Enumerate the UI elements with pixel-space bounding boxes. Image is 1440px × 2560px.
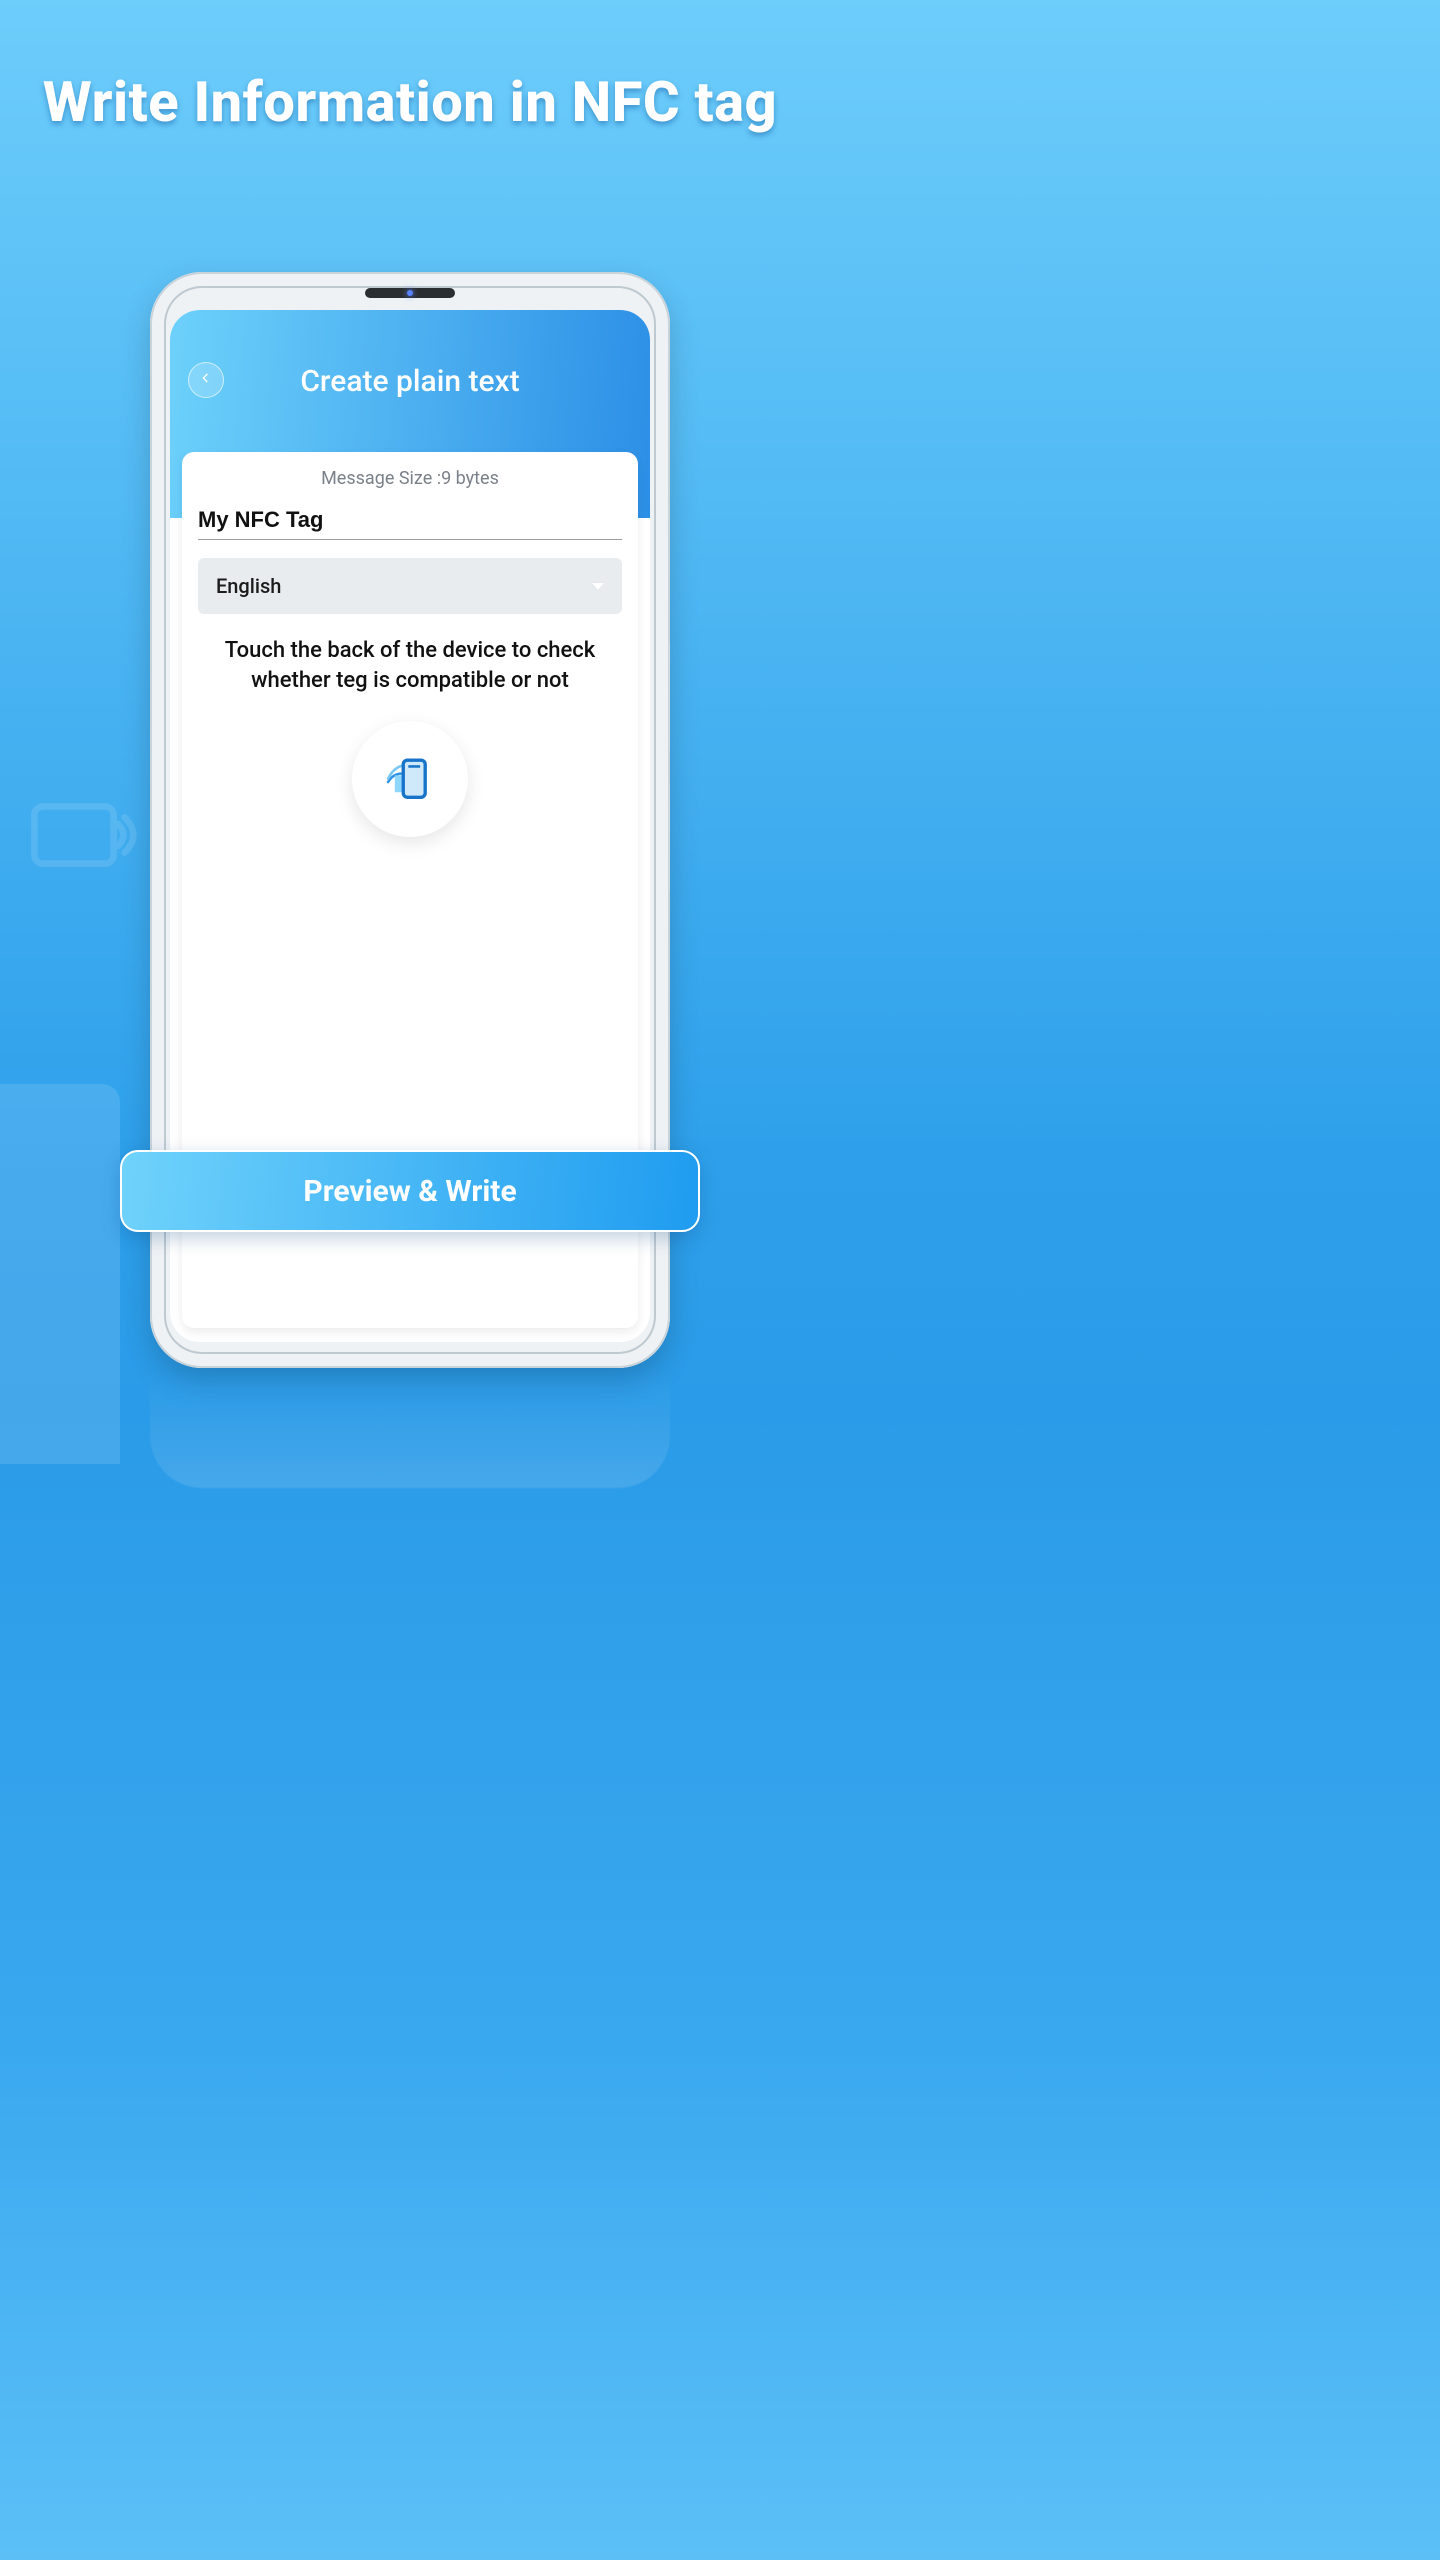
chevron-down-icon	[592, 583, 604, 590]
nfc-scan-illustration	[352, 721, 468, 837]
phone-reflection	[150, 1368, 670, 1488]
tag-text-input[interactable]	[198, 507, 622, 533]
language-select[interactable]: English	[198, 558, 622, 614]
cta-label: Preview & Write	[303, 1174, 516, 1209]
instruction-text: Touch the back of the device to check wh…	[196, 636, 624, 695]
phone-camera-dot	[407, 290, 413, 296]
promo-headline: Write Information in NFC tag	[0, 70, 820, 134]
message-size-label: Message Size :9 bytes	[196, 464, 624, 503]
language-selected-label: English	[216, 574, 281, 598]
decorative-panel	[0, 1084, 120, 1464]
phone-nfc-icon	[383, 750, 437, 808]
screen-title: Create plain text	[170, 364, 650, 399]
back-button[interactable]	[188, 362, 224, 398]
back-arrow-icon	[198, 370, 214, 390]
decorative-card-glyph	[30, 780, 140, 890]
text-input-container[interactable]	[198, 507, 622, 540]
preview-write-button[interactable]: Preview & Write	[120, 1150, 700, 1232]
